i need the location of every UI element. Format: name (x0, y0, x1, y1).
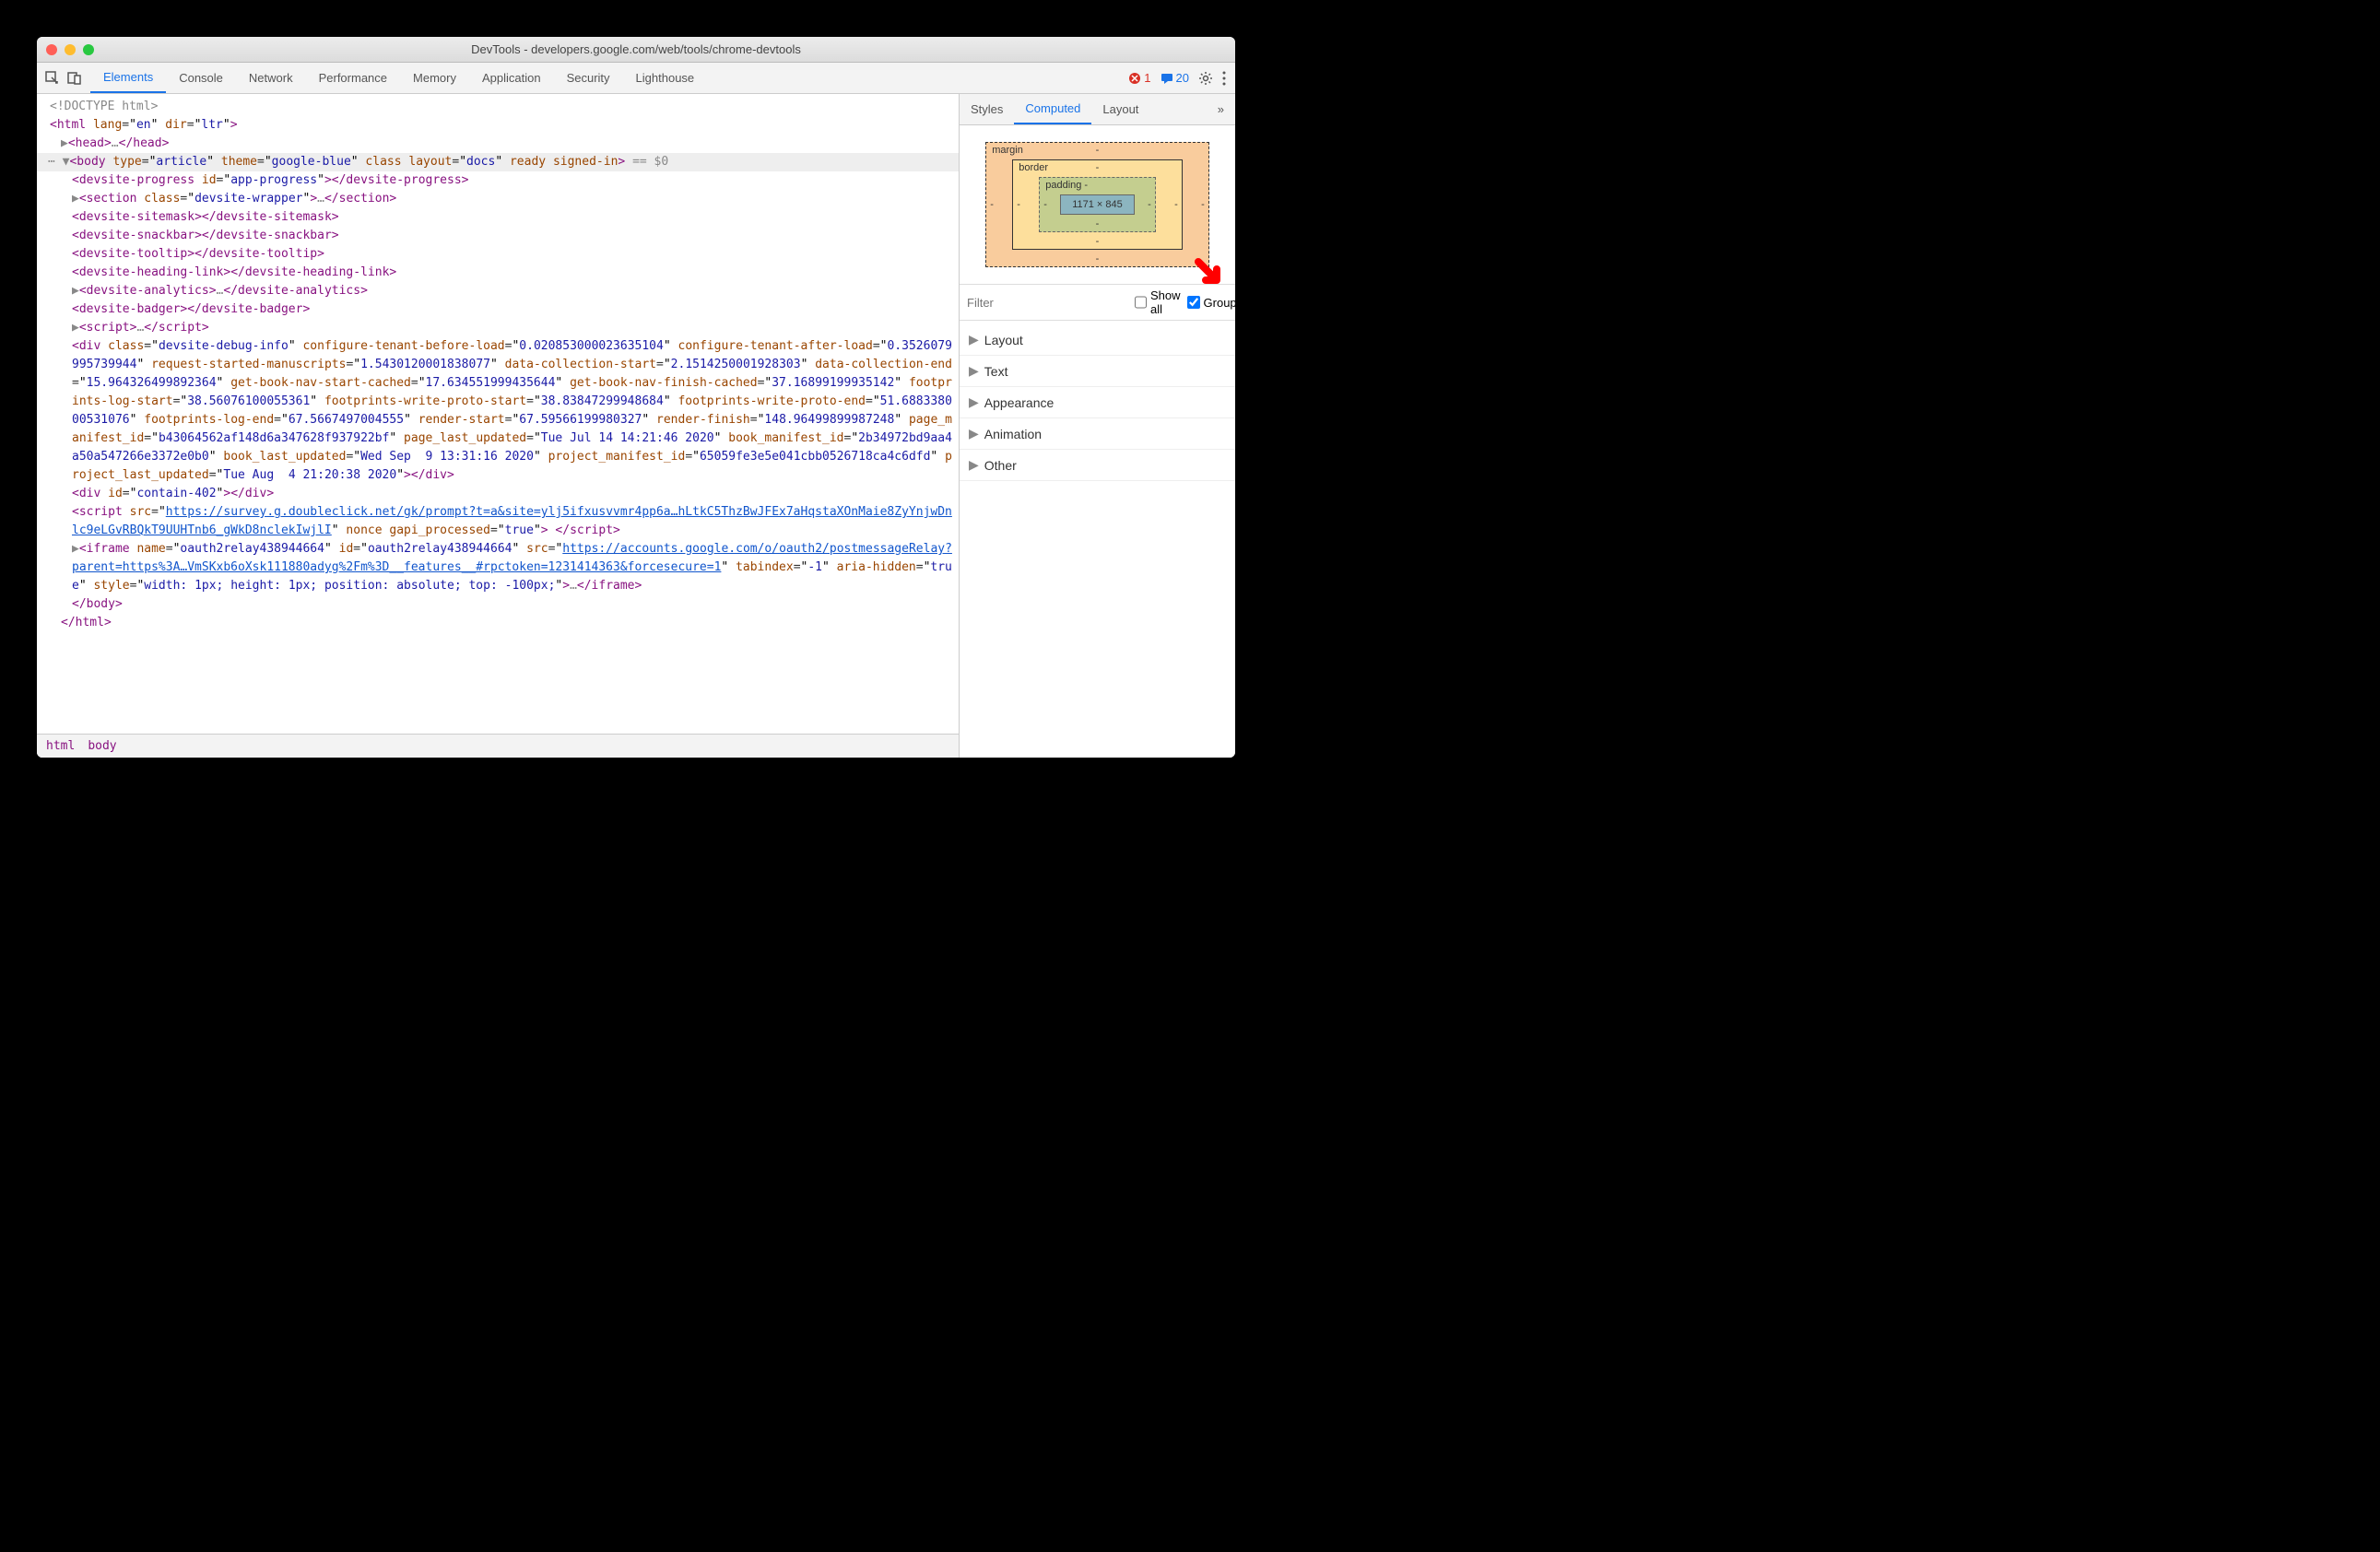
sidebar-tab-layout[interactable]: Layout (1091, 94, 1149, 124)
inspect-icon[interactable] (44, 70, 61, 87)
filter-input[interactable] (967, 296, 1129, 310)
dom-node[interactable]: </html> (37, 614, 959, 632)
dom-node[interactable]: <devsite-sitemask></devsite-sitemask> (37, 208, 959, 227)
device-toggle-icon[interactable] (66, 70, 83, 87)
tab-console[interactable]: Console (166, 63, 236, 93)
dom-node-selected[interactable]: ⋯ ▼<body type="article" theme="google-bl… (37, 153, 959, 171)
padding-label: padding (1045, 180, 1081, 191)
dom-node[interactable]: ▶<devsite-analytics>…</devsite-analytics… (37, 282, 959, 300)
filter-bar: Show all Group (960, 284, 1235, 321)
sidebar-tab-styles[interactable]: Styles (960, 94, 1014, 124)
content-area: <!DOCTYPE html><html lang="en" dir="ltr"… (37, 94, 1235, 758)
dom-node[interactable]: <devsite-snackbar></devsite-snackbar> (37, 227, 959, 245)
dom-node[interactable]: </body> (37, 595, 959, 614)
elements-panel: <!DOCTYPE html><html lang="en" dir="ltr"… (37, 94, 959, 758)
dom-node[interactable]: <!DOCTYPE html> (37, 98, 959, 116)
panel-tabs: ElementsConsoleNetworkPerformanceMemoryA… (90, 63, 707, 93)
content-size: 1171 × 845 (1060, 194, 1135, 215)
dom-node[interactable]: ▶<head>…</head> (37, 135, 959, 153)
dom-node[interactable]: <div class="devsite-debug-info" configur… (37, 337, 959, 485)
dom-node[interactable]: <devsite-heading-link></devsite-heading-… (37, 264, 959, 282)
titlebar: DevTools - developers.google.com/web/too… (37, 37, 1235, 63)
group-text[interactable]: ▶Text (960, 356, 1235, 387)
breadcrumb: html body (37, 734, 959, 758)
margin-label: margin (992, 145, 1023, 156)
dom-node[interactable]: <html lang="en" dir="ltr"> (37, 116, 959, 135)
settings-icon[interactable] (1198, 71, 1213, 86)
tab-elements[interactable]: Elements (90, 63, 166, 93)
window-title: DevTools - developers.google.com/web/too… (37, 42, 1235, 56)
error-count[interactable]: 1 (1128, 71, 1150, 85)
tab-lighthouse[interactable]: Lighthouse (623, 63, 708, 93)
dom-node[interactable]: ▶<section class="devsite-wrapper">…</sec… (37, 190, 959, 208)
border-label: border (1019, 162, 1048, 173)
tab-security[interactable]: Security (554, 63, 623, 93)
tab-performance[interactable]: Performance (306, 63, 400, 93)
sidebar-tabs: StylesComputedLayout » (960, 94, 1235, 125)
dom-node[interactable]: <script src="https://survey.g.doubleclic… (37, 503, 959, 540)
tab-application[interactable]: Application (469, 63, 554, 93)
breadcrumb-html[interactable]: html (46, 737, 75, 756)
dom-node[interactable]: <devsite-tooltip></devsite-tooltip> (37, 245, 959, 264)
show-all-checkbox[interactable]: Show all (1135, 288, 1182, 316)
group-layout[interactable]: ▶Layout (960, 324, 1235, 356)
devtools-window: DevTools - developers.google.com/web/too… (37, 37, 1235, 758)
dom-node[interactable]: ▶<script>…</script> (37, 319, 959, 337)
tab-memory[interactable]: Memory (400, 63, 469, 93)
group-checkbox[interactable]: Group (1187, 296, 1235, 310)
main-toolbar: ElementsConsoleNetworkPerformanceMemoryA… (37, 63, 1235, 94)
dom-node[interactable]: ▶<iframe name="oauth2relay438944664" id=… (37, 540, 959, 595)
sidebar: StylesComputedLayout » margin - - - - bo… (959, 94, 1235, 758)
box-model[interactable]: margin - - - - border - - - - padding - … (960, 125, 1235, 284)
dom-node[interactable]: <div id="contain-402"></div> (37, 485, 959, 503)
more-tabs-icon[interactable]: » (1207, 94, 1235, 124)
annotation-arrow-icon (1193, 256, 1226, 289)
group-appearance[interactable]: ▶Appearance (960, 387, 1235, 418)
breadcrumb-body[interactable]: body (88, 737, 116, 756)
group-other[interactable]: ▶Other (960, 450, 1235, 481)
tab-network[interactable]: Network (236, 63, 306, 93)
more-icon[interactable] (1222, 71, 1226, 86)
dom-node[interactable]: <devsite-badger></devsite-badger> (37, 300, 959, 319)
group-animation[interactable]: ▶Animation (960, 418, 1235, 450)
dom-tree[interactable]: <!DOCTYPE html><html lang="en" dir="ltr"… (37, 94, 959, 734)
message-count[interactable]: 20 (1161, 71, 1189, 85)
sidebar-tab-computed[interactable]: Computed (1014, 94, 1091, 124)
property-groups: ▶Layout▶Text▶Appearance▶Animation▶Other (960, 321, 1235, 485)
dom-node[interactable]: <devsite-progress id="app-progress"></de… (37, 171, 959, 190)
